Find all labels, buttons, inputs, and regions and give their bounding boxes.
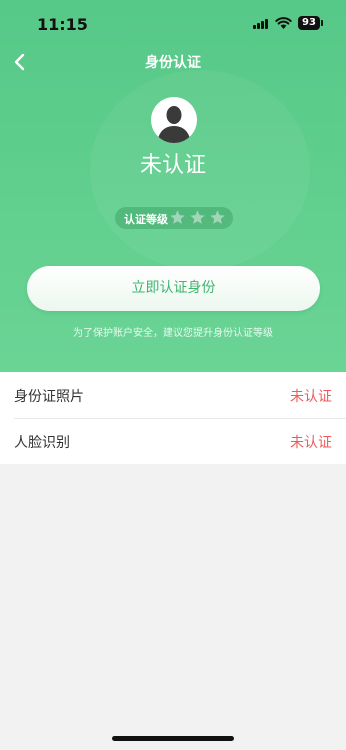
home-indicator: [112, 736, 234, 741]
star-icon: [210, 210, 225, 224]
header-banner: 11:15 93 身份认证 未认证 认证等级 立即认证身份 为了保护账户安全，建…: [0, 0, 346, 372]
verification-level-badge: 认证等级: [115, 207, 233, 229]
list-item-label: 人脸识别: [14, 435, 70, 451]
verification-list: 身份证照片 未认证 人脸识别 未认证: [0, 372, 346, 464]
status-time: 11:15: [37, 15, 88, 34]
user-avatar-icon: [157, 106, 191, 143]
signal-icon: [253, 19, 271, 29]
list-item-label: 身份证照片: [14, 389, 84, 405]
level-label: 认证等级: [124, 213, 168, 226]
page-title: 身份认证: [145, 55, 201, 71]
wifi-icon: [275, 17, 292, 29]
status-bar: 11:15 93: [0, 0, 346, 44]
list-item-status: 未认证: [290, 389, 332, 405]
verify-identity-button[interactable]: 立即认证身份: [27, 266, 320, 311]
avatar: [151, 97, 197, 143]
list-item-id-photo[interactable]: 身份证照片 未认证: [0, 372, 346, 419]
list-item-status: 未认证: [290, 435, 332, 451]
security-hint: 为了保护账户安全，建议您提升身份认证等级: [73, 328, 273, 339]
verification-status: 未认证: [139, 153, 206, 178]
battery-icon: 93: [298, 16, 323, 30]
star-icon: [170, 210, 185, 224]
star-icon: [190, 210, 205, 224]
list-item-face-recognition[interactable]: 人脸识别 未认证: [0, 418, 346, 464]
